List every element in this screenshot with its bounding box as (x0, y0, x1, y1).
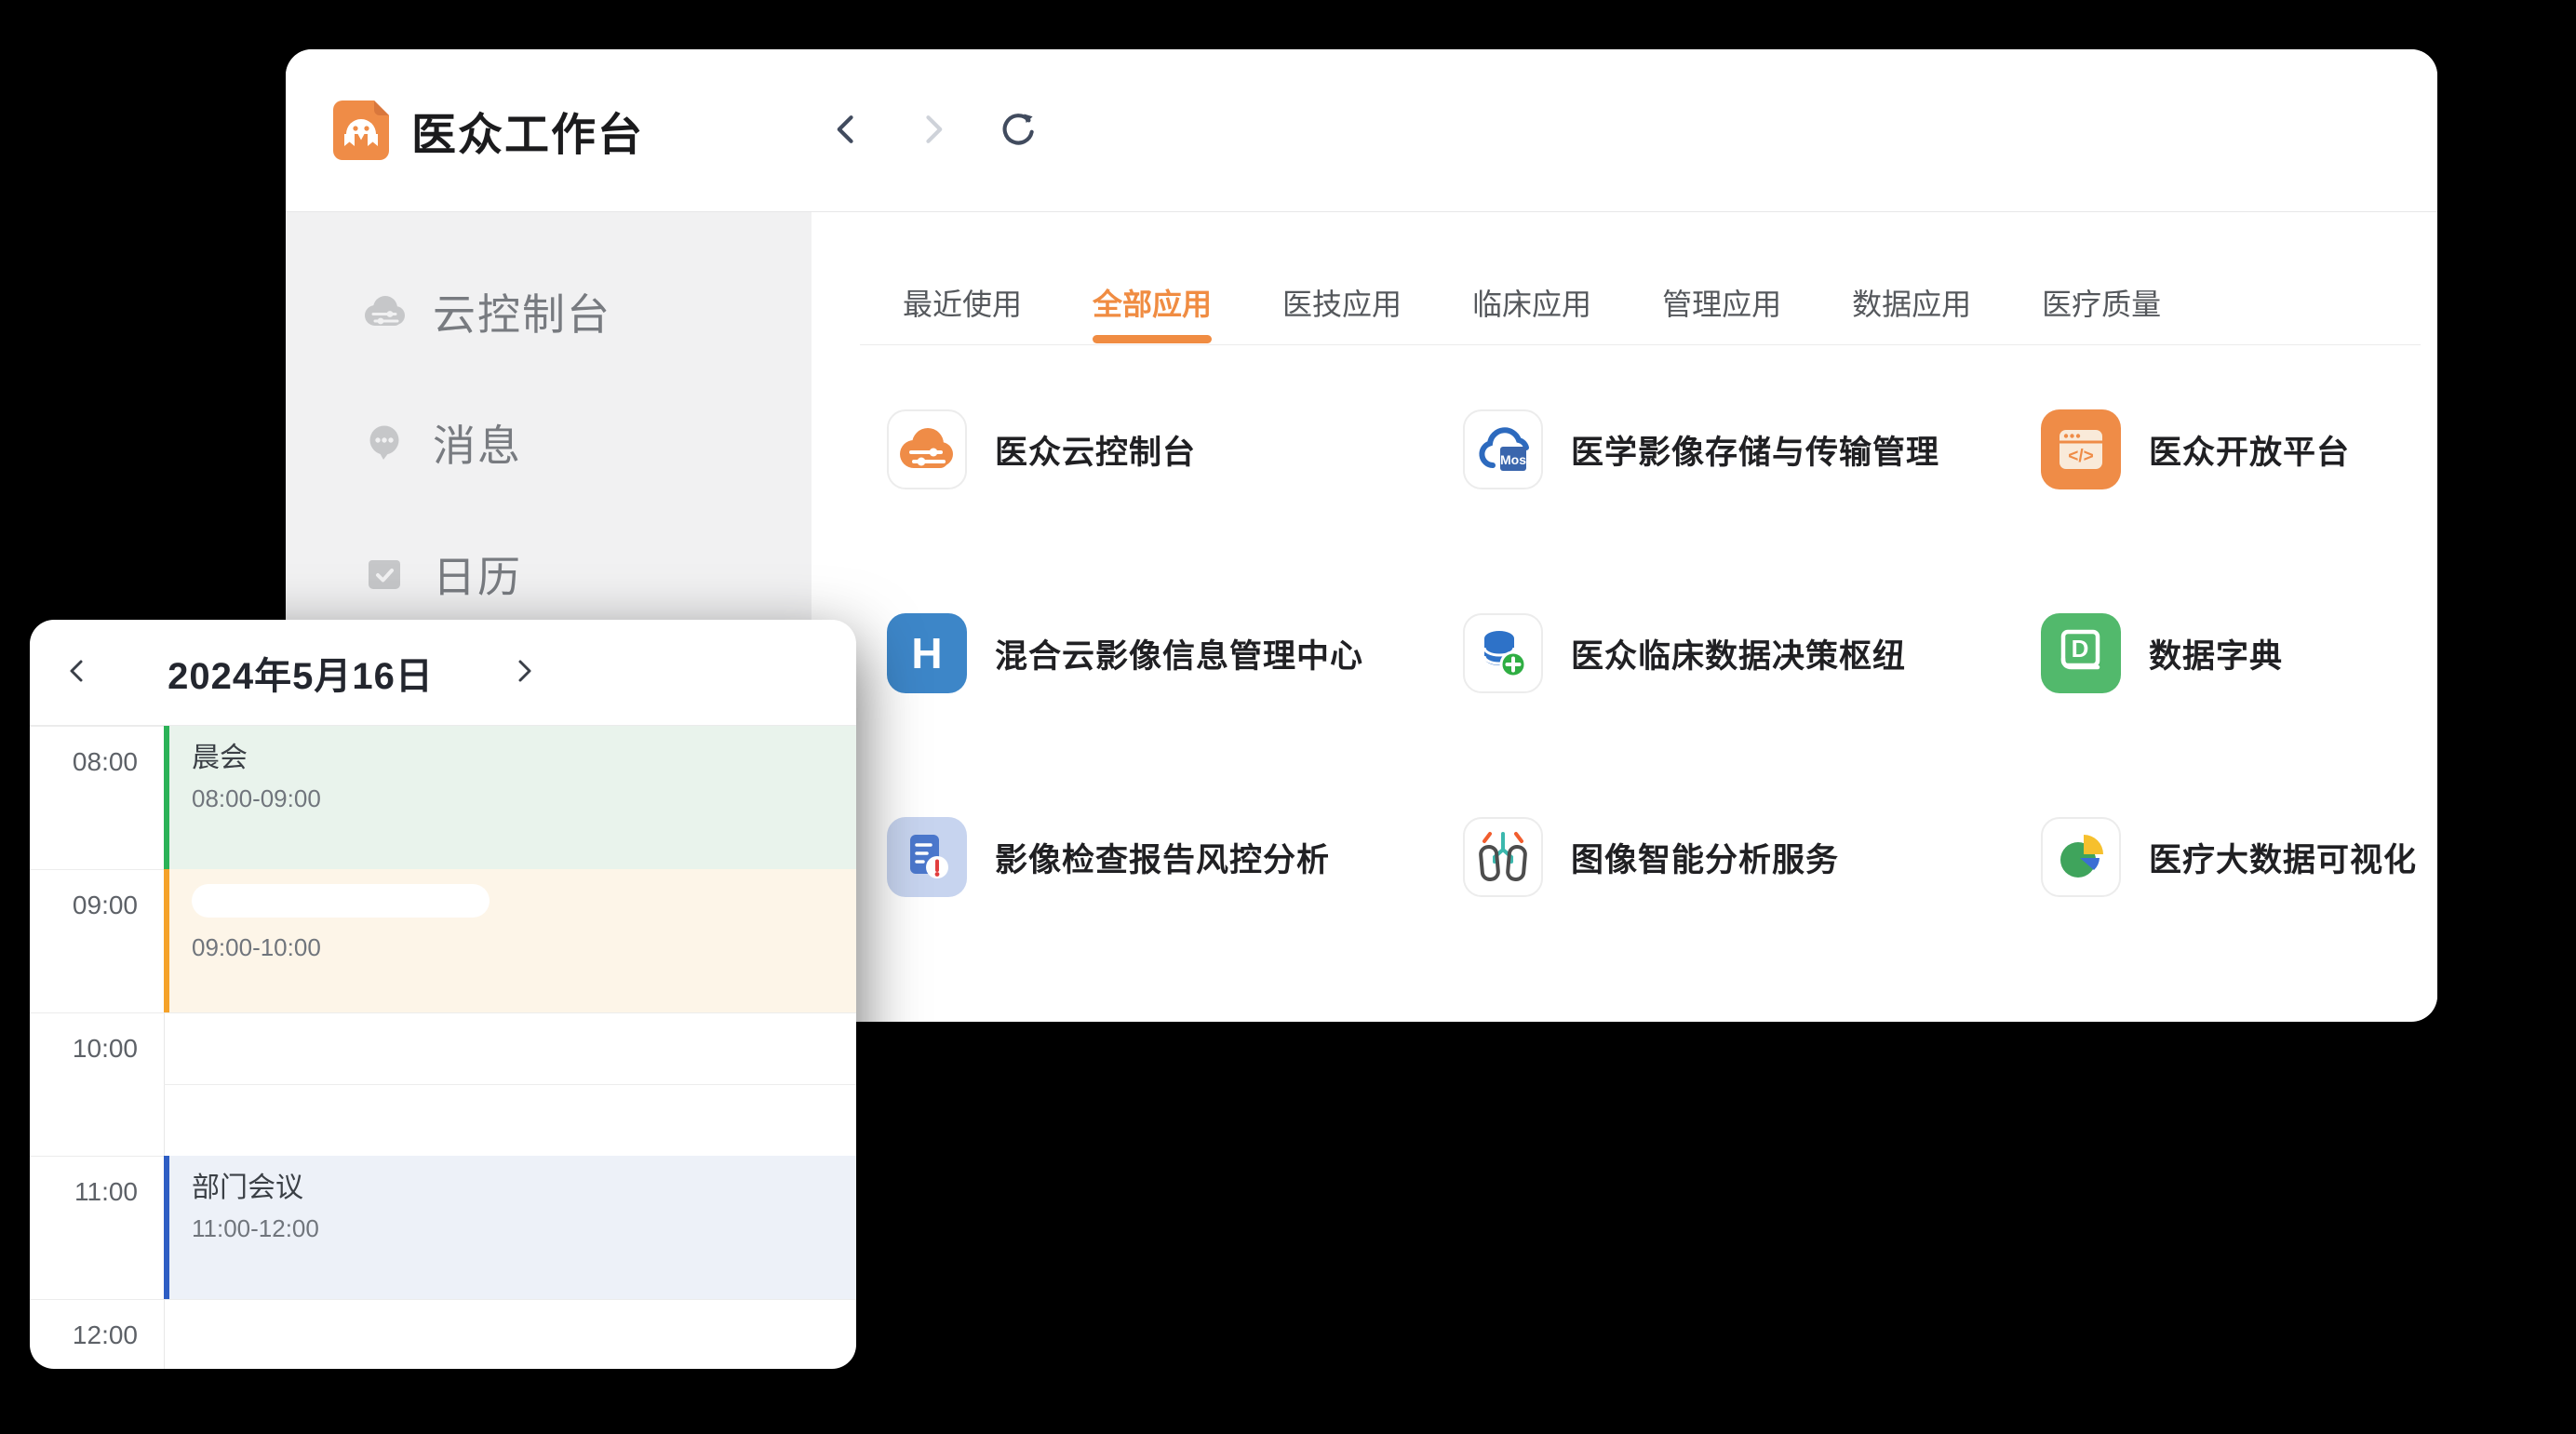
tab-medtech-apps[interactable]: 医技应用 (1282, 281, 1402, 337)
half-hour-line (164, 1084, 856, 1085)
time-label: 12:00 (30, 1320, 164, 1350)
cloud-storage-icon: Mos (1463, 409, 1543, 489)
app-label: 影像检查报告风控分析 (995, 834, 1330, 881)
hour-row-10: 10:00 (30, 1012, 856, 1156)
app-label: 医众临床数据决策枢纽 (1571, 630, 1906, 677)
calendar-event-department-meeting[interactable]: 部门会议 11:00-12:00 (164, 1156, 856, 1299)
svg-text:</>: </> (2068, 447, 2093, 466)
sidebar-item-messages[interactable]: 消息 (286, 406, 812, 480)
tab-data-apps[interactable]: 数据应用 (1852, 281, 1971, 337)
sidebar-item-label: 消息 (433, 412, 522, 474)
app-title: 医众工作台 (411, 98, 644, 163)
letter-h-icon: H (887, 613, 967, 693)
tab-management-apps[interactable]: 管理应用 (1662, 281, 1781, 337)
pie-chart-icon (2041, 817, 2121, 897)
time-label: 09:00 (30, 891, 164, 920)
event-time: 08:00-09:00 (192, 784, 856, 813)
calendar-event-morning-meeting[interactable]: 晨会 08:00-09:00 (164, 726, 856, 869)
content-area: 最近使用 全部应用 医技应用 临床应用 管理应用 数据应用 医疗质量 (812, 212, 2437, 1021)
window-header: 医众工作台 (286, 49, 2437, 212)
calendar-date-title: 2024年5月16日 (96, 646, 505, 700)
database-plus-icon (1463, 613, 1543, 693)
redacted-event-title (192, 884, 490, 918)
calendar-day-grid: 08:00 09:00 10:00 11:00 12:00 晨会 08: (30, 726, 856, 1369)
event-time: 09:00-10:00 (192, 932, 856, 962)
app-label: 医疗大数据可视化 (2149, 834, 2417, 881)
time-label: 11:00 (30, 1177, 164, 1207)
time-label: 08:00 (30, 747, 164, 777)
back-button[interactable] (821, 104, 873, 156)
tab-recent[interactable]: 最近使用 (903, 281, 1022, 337)
tab-quality[interactable]: 医疗质量 (2042, 281, 2161, 337)
refresh-button[interactable] (992, 104, 1044, 156)
app-label: 医众云控制台 (995, 426, 1196, 474)
app-grid: 医众云控制台 Mos 医学影像存储与传输管理 (887, 409, 2437, 897)
desktop-background: 医众工作台 (0, 0, 2576, 1434)
tab-divider (860, 344, 2421, 345)
calendar-event-redacted[interactable]: 09:00-10:00 (164, 869, 856, 1012)
calendar-prev-button[interactable] (59, 645, 96, 701)
app-hybrid-cloud-imaging[interactable]: H 混合云影像信息管理中心 (887, 613, 1463, 693)
sidebar-item-label: 云控制台 (433, 281, 611, 342)
app-label: 医众开放平台 (2149, 426, 2350, 474)
app-label: 混合云影像信息管理中心 (995, 630, 1363, 677)
cloud-settings-icon (357, 285, 411, 339)
app-label: 医学影像存储与传输管理 (1571, 426, 1939, 474)
app-logo-document-badge-icon (333, 101, 389, 160)
sidebar-item-label: 日历 (433, 543, 522, 605)
svg-text:Mos: Mos (1500, 452, 1526, 467)
report-alert-icon (887, 817, 967, 897)
app-image-storage[interactable]: Mos 医学影像存储与传输管理 (1463, 409, 2041, 489)
cloud-settings-icon (887, 409, 967, 489)
dictionary-book-icon: D (2041, 613, 2121, 693)
app-open-platform[interactable]: </> 医众开放平台 (2041, 409, 2437, 489)
header-nav (821, 49, 1044, 211)
app-clinical-data-hub[interactable]: 医众临床数据决策枢纽 (1463, 613, 2041, 693)
sidebar-item-cloud-console[interactable]: 云控制台 (286, 275, 812, 349)
chevron-right-icon (912, 109, 953, 153)
hour-row-12: 12:00 (30, 1299, 856, 1369)
app-big-data-visualization[interactable]: 医疗大数据可视化 (2041, 817, 2437, 897)
svg-text:D: D (2072, 635, 2089, 663)
event-title: 部门会议 (192, 1171, 856, 1206)
chevron-right-icon (510, 657, 538, 688)
calendar-next-button[interactable] (505, 645, 543, 701)
app-image-ai-analysis[interactable]: 图像智能分析服务 (1463, 817, 2041, 897)
calendar-header: 2024年5月16日 (30, 620, 856, 726)
open-platform-code-icon: </> (2041, 409, 2121, 489)
event-time: 11:00-12:00 (192, 1213, 856, 1243)
app-cloud-console[interactable]: 医众云控制台 (887, 409, 1463, 489)
time-label: 10:00 (30, 1034, 164, 1064)
tab-all-apps[interactable]: 全部应用 (1093, 281, 1212, 337)
forward-button[interactable] (906, 104, 959, 156)
chevron-left-icon (826, 109, 867, 153)
sidebar-item-calendar[interactable]: 日历 (286, 537, 812, 611)
calendar-popup: 2024年5月16日 08:00 09:00 10:00 1 (30, 620, 856, 1369)
tab-bar: 最近使用 全部应用 医技应用 临床应用 管理应用 数据应用 医疗质量 (903, 281, 2161, 337)
event-title: 晨会 (192, 741, 856, 776)
refresh-icon (998, 109, 1039, 153)
calendar-check-icon (357, 547, 411, 601)
app-data-dictionary[interactable]: D 数据字典 (2041, 613, 2437, 693)
message-bubble-icon (357, 416, 411, 470)
app-label: 图像智能分析服务 (1571, 834, 1839, 881)
app-label: 数据字典 (2149, 630, 2283, 677)
tab-clinical-apps[interactable]: 临床应用 (1472, 281, 1591, 337)
app-report-risk-analysis[interactable]: 影像检查报告风控分析 (887, 817, 1463, 897)
lungs-icon (1463, 817, 1543, 897)
chevron-left-icon (63, 657, 91, 688)
